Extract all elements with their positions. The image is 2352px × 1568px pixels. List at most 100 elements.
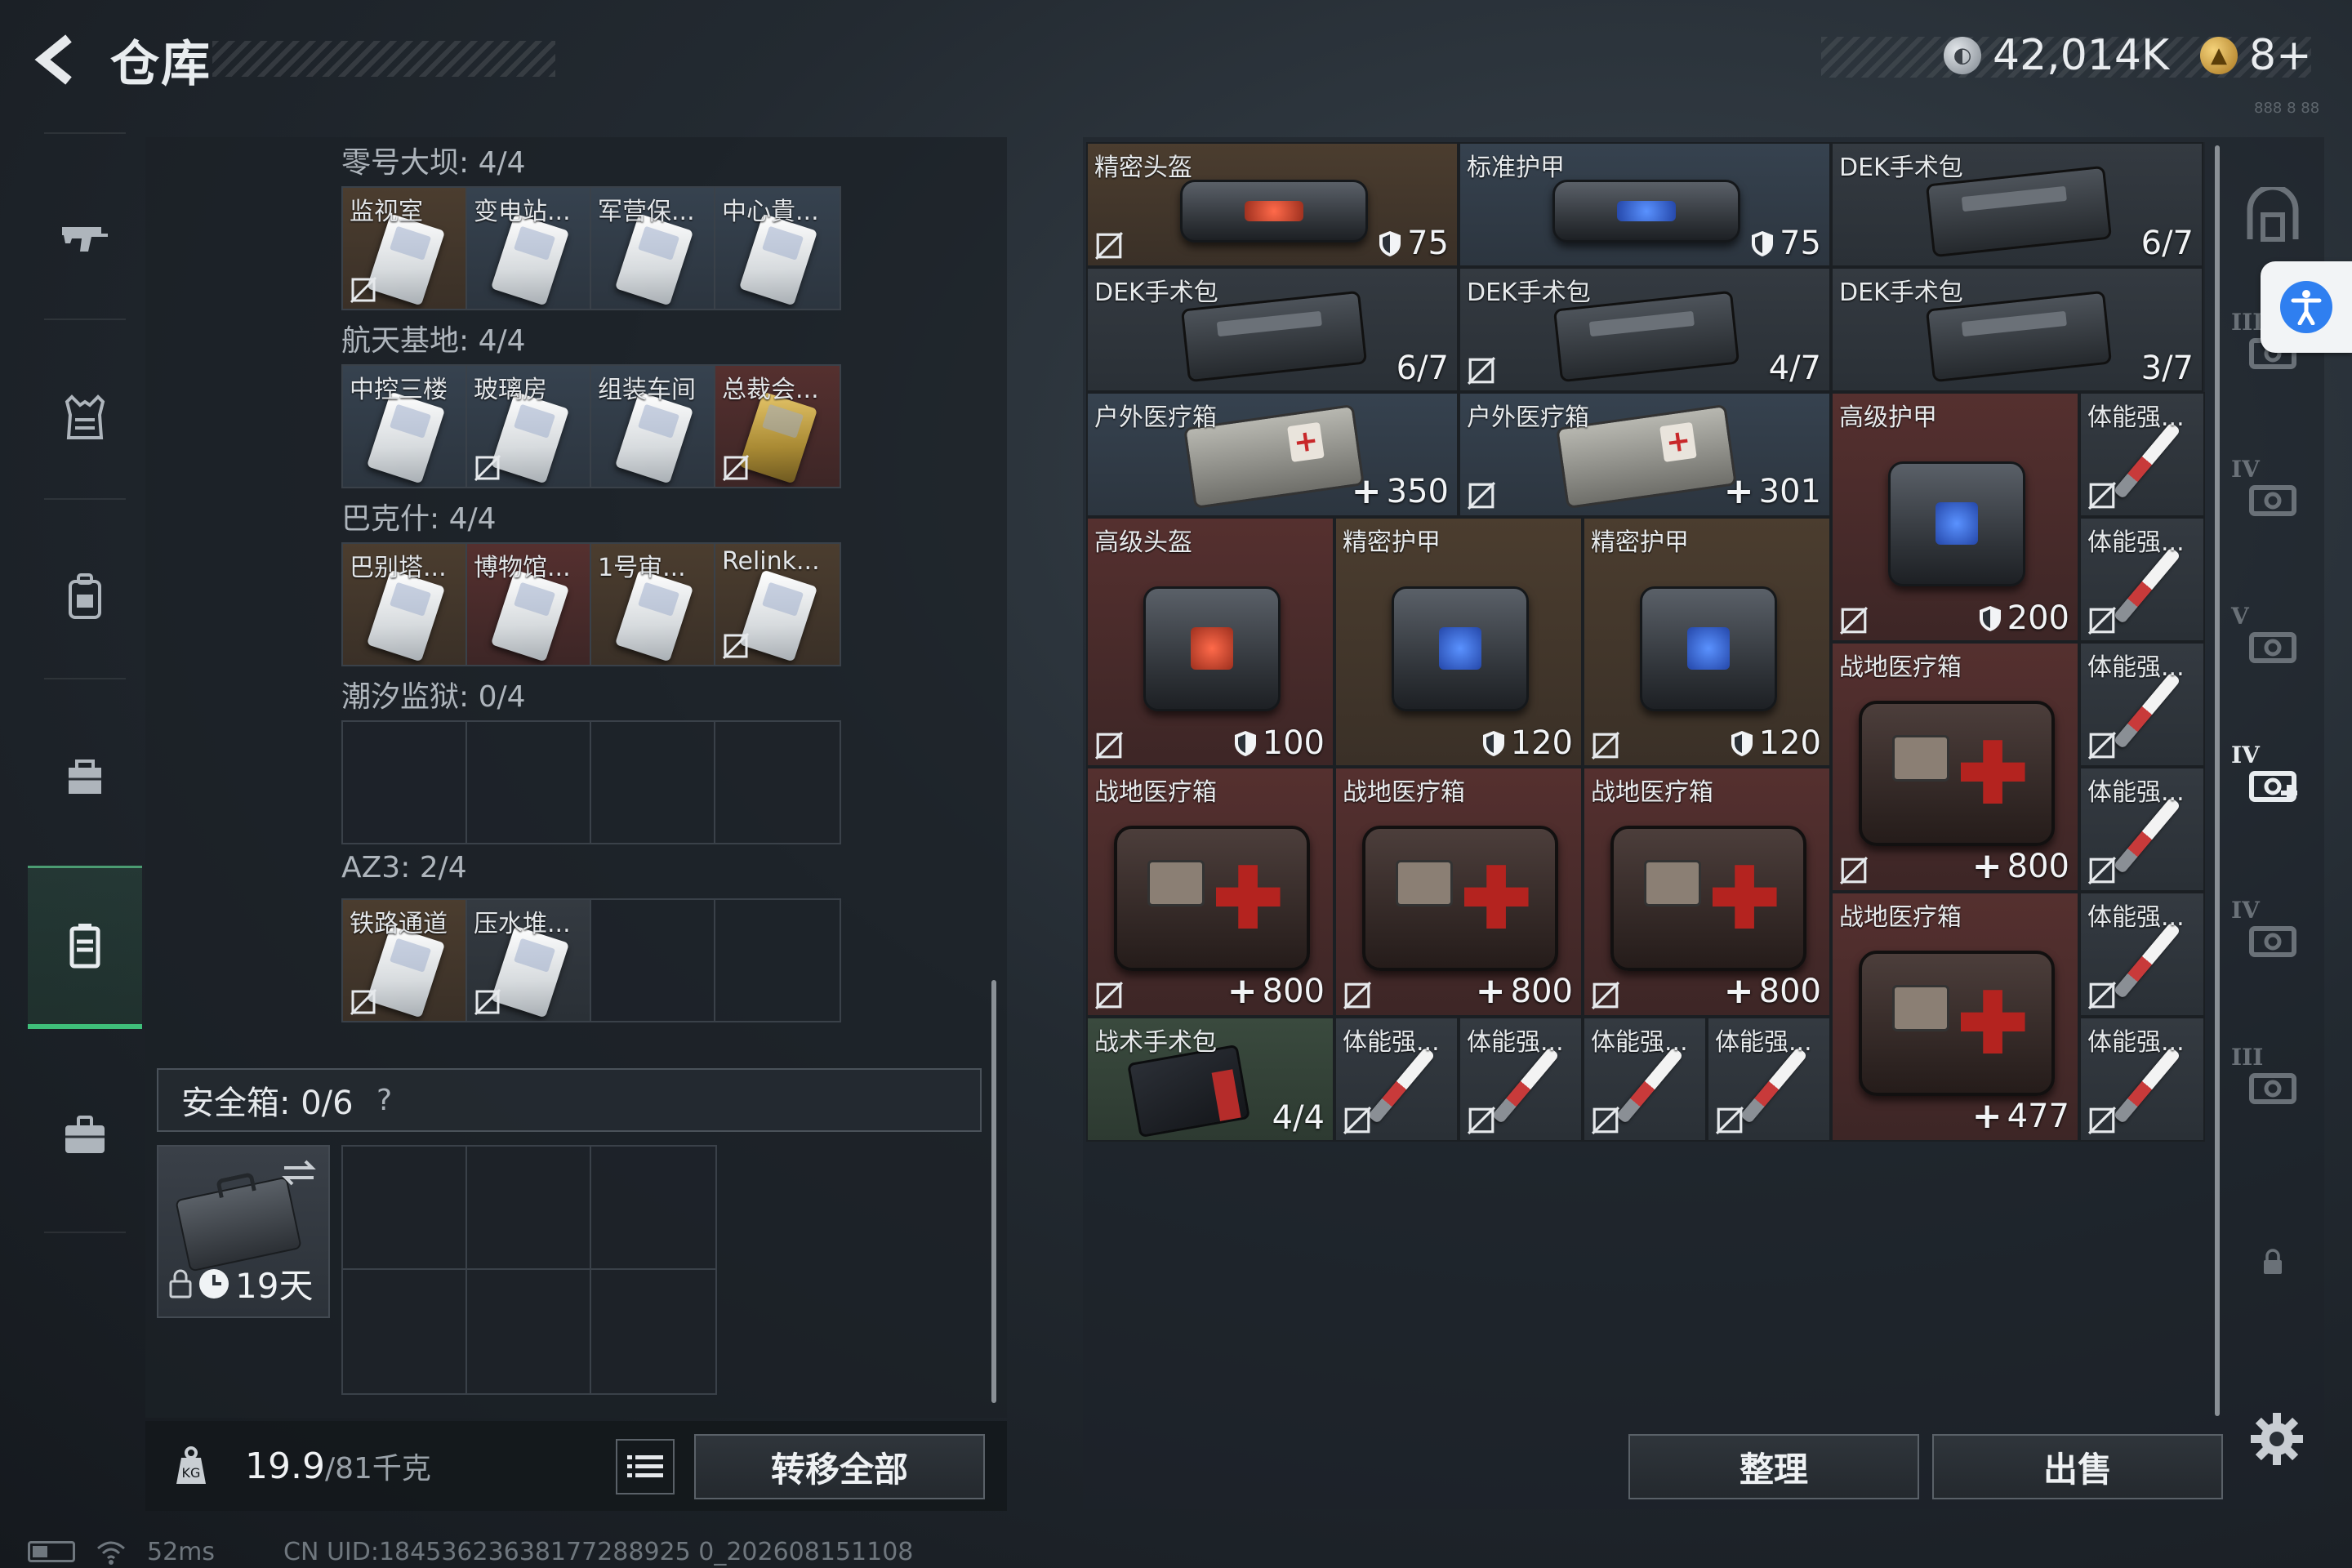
inventory-item[interactable]: 体能强... (1707, 1017, 1831, 1142)
swap-icon[interactable] (281, 1158, 317, 1187)
keycard-slot[interactable]: 中心貴... (715, 188, 840, 309)
empty-keycard-slot[interactable] (343, 722, 467, 843)
keycard-grid: 监视室 变电站... 军营保... 中心貴... (341, 186, 841, 310)
storage-tab[interactable]: IV (2228, 890, 2318, 980)
silver-currency[interactable]: ◐ 42,014K (1944, 31, 2169, 80)
item-value-text: 3/7 (2140, 350, 2194, 387)
help-icon[interactable]: ? (368, 1084, 401, 1117)
empty-keycard-slot[interactable] (591, 900, 715, 1021)
empty-keycard-slot[interactable] (715, 722, 840, 843)
inventory-item[interactable]: 战地医疗箱 +477 (1831, 892, 2079, 1142)
safebox-slot[interactable] (591, 1270, 715, 1393)
safebox-slot[interactable] (591, 1147, 715, 1270)
inventory-item[interactable]: 体能强... (2079, 1017, 2205, 1142)
storage-tab[interactable] (2228, 172, 2318, 261)
inventory-item[interactable]: 战地医疗箱 +800 (1086, 767, 1334, 1017)
keycard-slot[interactable]: 组装车间 (591, 366, 715, 487)
inventory-item[interactable]: 战地医疗箱 +800 (1831, 642, 2079, 892)
stimulant-syringe-image (2113, 421, 2181, 499)
inventory-item[interactable]: 精密护甲 120 (1583, 517, 1831, 767)
inventory-item[interactable]: 战地医疗箱 +800 (1334, 767, 1583, 1017)
inventory-item[interactable]: DEK手术包 4/7 (1459, 267, 1831, 392)
left-scrollbar[interactable] (991, 980, 996, 1403)
inventory-item[interactable]: 体能强... (2079, 392, 2205, 517)
stimulant-syringe-image (1740, 1046, 1808, 1124)
inventory-item[interactable]: 战地医疗箱 +800 (1583, 767, 1831, 1017)
empty-keycard-slot[interactable] (467, 722, 591, 843)
inventory-item[interactable]: 体能强... (2079, 642, 2205, 767)
inventory-item[interactable]: DEK手术包 6/7 (1831, 142, 2203, 267)
nav-keycard-case[interactable] (28, 866, 142, 1029)
accessibility-button[interactable] (2261, 261, 2352, 353)
gold-currency[interactable]: ▲ 8+ (2200, 31, 2312, 80)
storage-tab[interactable]: IV (2228, 449, 2318, 539)
item-name: DEK手术包 (1467, 278, 1591, 307)
keycard-name: 巴别塔... (350, 554, 447, 582)
list-view-button[interactable] (616, 1439, 675, 1494)
inventory-item[interactable]: 体能强... (2079, 892, 2205, 1017)
nav-weapons[interactable] (28, 155, 142, 318)
inventory-item[interactable]: 体能强... (1334, 1017, 1459, 1142)
item-value-text: 6/7 (1396, 350, 1449, 387)
inventory-item[interactable]: DEK手术包 3/7 (1831, 267, 2203, 392)
keycard-slot[interactable]: 玻璃房 (467, 366, 591, 487)
inventory-item[interactable]: 体能强... (1459, 1017, 1583, 1142)
keycard-slot[interactable]: 中控三楼 (343, 366, 467, 487)
nav-briefcase[interactable] (28, 1054, 142, 1217)
inventory-item[interactable]: 体能强... (2079, 517, 2205, 642)
nav-armor[interactable] (28, 335, 142, 498)
storage-tab[interactable]: V (2228, 596, 2318, 686)
keycard-slot[interactable]: 军营保... (591, 188, 715, 309)
transfer-all-button[interactable]: 转移全部 (694, 1434, 985, 1499)
item-name: 体能强... (1343, 1028, 1440, 1057)
back-button[interactable] (24, 31, 90, 88)
inventory-item[interactable]: 体能强... (2079, 767, 2205, 892)
inventory-item[interactable]: 户外医疗箱 +350 (1086, 392, 1459, 517)
keycard-slot[interactable]: 铁路通道 (343, 900, 467, 1021)
no-sale-icon (1467, 356, 1496, 385)
safebox-slot[interactable] (343, 1270, 467, 1393)
item-name: 体能强... (2087, 653, 2185, 682)
armor-value-icon (1482, 731, 1504, 756)
inventory-item[interactable]: DEK手术包 6/7 (1086, 267, 1459, 392)
keycard-name: 组装车间 (598, 376, 696, 404)
keycard-slot[interactable]: 监视室 (343, 188, 467, 309)
inventory-item[interactable]: 户外医疗箱 +301 (1459, 392, 1831, 517)
safebox-slot[interactable] (467, 1270, 591, 1393)
empty-keycard-slot[interactable] (591, 722, 715, 843)
empty-keycard-slot[interactable] (715, 900, 840, 1021)
keycard-slot[interactable]: 压水堆... (467, 900, 591, 1021)
inventory-item[interactable]: 高级护甲 200 (1831, 392, 2079, 642)
keycard-slot[interactable]: 总裁会... (715, 366, 840, 487)
inventory-item[interactable]: 战术手术包 4/4 (1086, 1017, 1334, 1142)
nav-chest-rig[interactable] (28, 694, 142, 858)
inventory-item[interactable]: 精密头盔 75 (1086, 142, 1459, 267)
keycard-slot[interactable]: 1号审... (591, 544, 715, 665)
safebox-slot[interactable] (343, 1147, 467, 1270)
gold-amount: 8+ (2249, 31, 2312, 80)
storage-tab[interactable]: IV (2228, 735, 2318, 825)
nav-backpack[interactable] (28, 514, 142, 678)
item-value-text: 4/7 (1768, 350, 1821, 387)
safebox-item[interactable]: 19天 (157, 1145, 330, 1318)
item-name: 体能强... (1715, 1028, 1812, 1057)
keycard-slot[interactable]: 巴别塔... (343, 544, 467, 665)
right-scrollbar[interactable] (2215, 145, 2220, 1416)
item-value-text: 800 (2007, 847, 2069, 885)
inventory-item[interactable]: 高级头盔 100 (1086, 517, 1334, 767)
organize-button[interactable]: 整理 (1628, 1434, 1919, 1499)
storage-tab[interactable]: III (2228, 1037, 2318, 1127)
inventory-item[interactable]: 标准护甲 75 (1459, 142, 1831, 267)
storage-tab[interactable] (2228, 1217, 2318, 1307)
item-value-text: 120 (1758, 724, 1821, 762)
sell-button[interactable]: 出售 (1932, 1434, 2223, 1499)
gear-icon[interactable] (2247, 1410, 2306, 1468)
keycard-slot[interactable]: 博物馆... (467, 544, 591, 665)
inventory-item[interactable]: 体能强... (1583, 1017, 1707, 1142)
keycard-slot[interactable]: 变电站... (467, 188, 591, 309)
keycard-slot[interactable]: Relink... (715, 544, 840, 665)
keycard-image (490, 925, 570, 1018)
safebox-slot[interactable] (467, 1147, 591, 1270)
keycard-image (614, 569, 694, 662)
inventory-item[interactable]: 精密护甲 120 (1334, 517, 1583, 767)
